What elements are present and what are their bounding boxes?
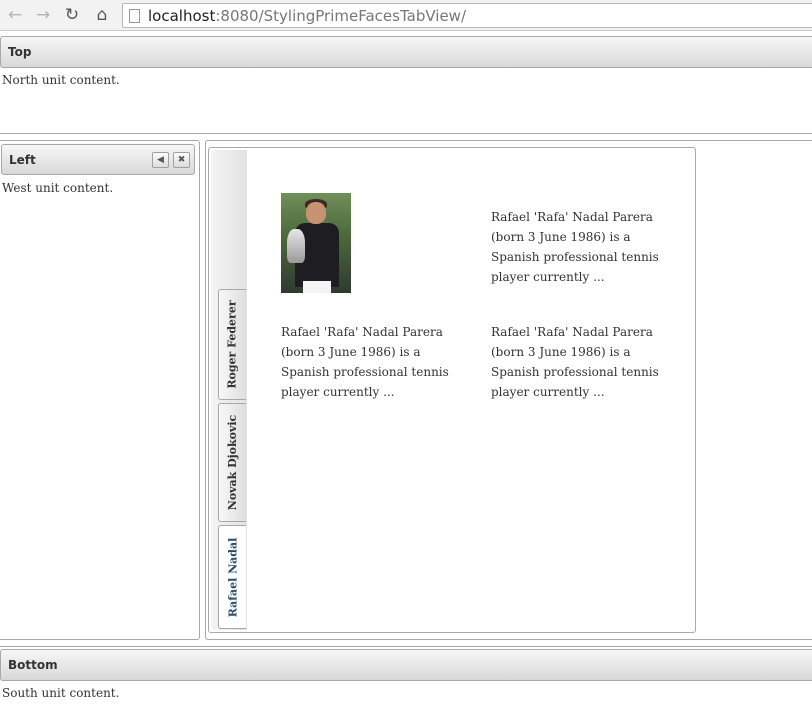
url-path: :8080/StylingPrimeFacesTabView/ <box>215 6 467 25</box>
player-photo <box>281 193 351 293</box>
player-bio: Rafael 'Rafa' Nadal Parera (born 3 June … <box>491 210 659 284</box>
tab-label: Novak Djokovic <box>226 414 240 511</box>
collapse-icon[interactable]: ◀ <box>152 152 169 168</box>
west-unit: Left ◀ ✖ West unit content. <box>0 140 200 640</box>
tab-strip: Roger Federer Novak Djokovic Rafael Nada… <box>211 150 247 630</box>
player-bio: Rafael 'Rafa' Nadal Parera (born 3 June … <box>491 325 659 399</box>
forward-arrow-icon[interactable]: → <box>32 4 54 26</box>
home-icon[interactable]: ⌂ <box>91 4 113 26</box>
south-unit: Bottom South unit content. <box>0 646 812 706</box>
tabview: Roger Federer Novak Djokovic Rafael Nada… <box>208 147 696 633</box>
tab-roger-federer[interactable]: Roger Federer <box>218 289 246 400</box>
tab-novak-djokovic[interactable]: Novak Djokovic <box>218 403 246 522</box>
north-unit-title: Top <box>8 45 32 59</box>
tab-label: Roger Federer <box>226 300 239 389</box>
close-icon[interactable]: ✖ <box>173 152 190 168</box>
reload-icon[interactable]: ↻ <box>61 4 83 26</box>
center-unit: Roger Federer Novak Djokovic Rafael Nada… <box>205 140 812 640</box>
tab-rafael-nadal[interactable]: Rafael Nadal <box>218 525 246 629</box>
north-unit-header: Top <box>0 36 812 68</box>
west-unit-title: Left <box>9 152 36 167</box>
address-bar[interactable]: localhost:8080/StylingPrimeFacesTabView/ <box>122 3 812 28</box>
tab-panel: Rafael 'Rafa' Nadal Parera (born 3 June … <box>247 150 693 630</box>
tab-label: Rafael Nadal <box>226 537 240 617</box>
back-arrow-icon[interactable]: ← <box>4 4 26 26</box>
page-icon <box>129 8 140 23</box>
west-unit-content: West unit content. <box>2 181 114 195</box>
west-unit-header: Left ◀ ✖ <box>1 144 195 175</box>
url-host: localhost <box>148 6 216 25</box>
north-unit-content: North unit content. <box>2 73 120 87</box>
browser-toolbar: ← → ↻ ⌂ localhost:8080/StylingPrimeFaces… <box>0 0 812 31</box>
player-bio: Rafael 'Rafa' Nadal Parera (born 3 June … <box>281 325 449 399</box>
south-unit-header: Bottom <box>0 649 812 681</box>
south-unit-title: Bottom <box>8 658 58 672</box>
north-unit: Top North unit content. <box>0 34 812 134</box>
south-unit-content: South unit content. <box>2 686 120 700</box>
